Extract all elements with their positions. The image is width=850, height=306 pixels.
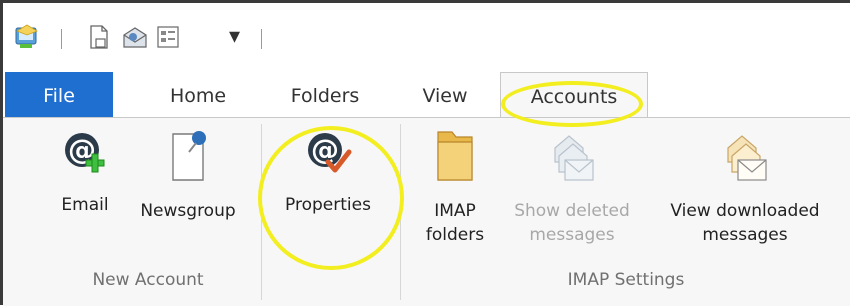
- tab-folders[interactable]: Folders: [275, 72, 375, 117]
- group-label-new-account: New Account: [92, 270, 204, 290]
- newsgroup-pin-icon: [125, 128, 251, 191]
- toolbar-separator: [261, 29, 262, 49]
- imap-folders-label-line2: folders: [425, 225, 485, 245]
- newsgroup-account-button[interactable]: Newsgroup: [125, 128, 251, 223]
- svg-text:@: @: [311, 133, 339, 166]
- customize-toolbar-dropdown-icon[interactable]: ▾: [229, 25, 240, 49]
- send-receive-icon[interactable]: [121, 23, 149, 51]
- imap-folders-label-line1: IMAP: [434, 201, 476, 221]
- ribbon-panel: @ Email Newsgroup New Account @ Properti…: [3, 117, 850, 306]
- stacked-envelopes-icon: [497, 128, 647, 191]
- email-add-icon: @: [49, 128, 121, 185]
- group-divider: [400, 124, 401, 300]
- email-button-label: Email: [61, 195, 109, 215]
- view-downloaded-label-line2: messages: [702, 225, 788, 245]
- group-label-imap-settings: IMAP Settings: [567, 270, 685, 290]
- view-downloaded-label-line1: View downloaded: [670, 201, 820, 221]
- view-downloaded-messages-button[interactable]: View downloaded messages: [647, 128, 843, 247]
- email-account-button[interactable]: @ Email: [49, 128, 121, 217]
- show-deleted-label-line1: Show deleted: [514, 201, 630, 221]
- folder-icon: [411, 128, 499, 191]
- tab-accounts[interactable]: Accounts: [500, 72, 648, 117]
- toolbar-separator: [61, 29, 62, 49]
- imap-folders-button[interactable]: IMAP folders: [411, 128, 499, 247]
- downloaded-envelopes-icon: [647, 128, 843, 191]
- show-deleted-messages-button[interactable]: Show deleted messages: [497, 128, 647, 247]
- account-properties-button[interactable]: @ Properties: [269, 128, 387, 217]
- new-document-icon[interactable]: [85, 23, 113, 51]
- properties-check-icon: @: [269, 128, 387, 185]
- newsgroup-button-label: Newsgroup: [140, 201, 236, 221]
- app-icon: [13, 23, 41, 51]
- tab-view[interactable]: View: [407, 72, 483, 117]
- properties-button-label: Properties: [285, 195, 371, 215]
- tab-file[interactable]: File: [5, 72, 113, 117]
- ribbon-tab-bar: File Home Folders View Accounts: [3, 72, 850, 117]
- tab-home[interactable]: Home: [153, 72, 243, 117]
- compose-window-icon[interactable]: [155, 23, 183, 51]
- show-deleted-label-line2: messages: [529, 225, 615, 245]
- quick-access-toolbar: ▾: [3, 3, 850, 73]
- group-divider: [261, 124, 262, 300]
